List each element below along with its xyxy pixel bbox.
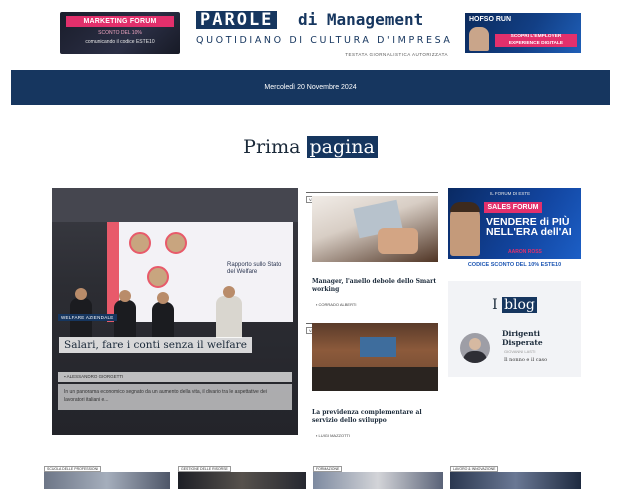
sales-forum-ad[interactable]: IL FORUM DI ESTE SALES FORUM VENDERE di …	[448, 188, 581, 259]
logo-testata: TESTATA GIORNALISTICA AUTORIZZATA	[345, 52, 448, 57]
featured-author-name: ALESSANDRO GIORGETTI	[66, 374, 124, 379]
article-label: GESTIONE DELLE RISORSE	[178, 466, 231, 472]
avatar[interactable]	[460, 333, 490, 363]
ad-headline-line2: NELL'ERA dell'AI	[486, 226, 572, 238]
ad-cta-line2: EXPERIENCE DIGITALE	[508, 40, 564, 46]
ad-person-image	[469, 27, 489, 51]
blog-name-line2: Disperate	[502, 338, 543, 347]
bottom-article-card[interactable]: SCUOLA DELLE PROFESSIONI	[44, 466, 170, 489]
featured-excerpt: In un panorama economico segnato da un a…	[58, 384, 292, 410]
article-image[interactable]	[312, 196, 438, 262]
section-title-plain: Prima	[243, 136, 301, 158]
section-title: Prima pagina	[0, 136, 621, 158]
ad-top-text: IL FORUM DI ESTE	[490, 191, 531, 196]
article-label: LAVORO & INNOVAZIONE	[450, 466, 499, 472]
article-label: FORMAZIONE	[313, 466, 343, 472]
logo-word-box: PAROLE	[196, 11, 278, 29]
current-date: Mercoledì 20 Novembre 2024	[264, 84, 357, 91]
ad-cta: SCOPRI L'EMPLOYER EXPERIENCE DIGITALE	[495, 34, 577, 47]
ad-title: MARKETING FORUM	[66, 16, 174, 27]
blog-box: I blog Dirigenti Disperate GIOVANNI LAST…	[448, 281, 581, 377]
article-author: ▪ LUIGI MAZZOTTI	[316, 433, 350, 438]
ad-speaker: AARON ROSS	[508, 249, 542, 255]
discount-code[interactable]: CODICE SCONTO DEL 10% ESTE10	[448, 262, 581, 268]
date-bar: Mercoledì 20 Novembre 2024	[11, 70, 610, 105]
blog-title: I blog	[448, 297, 581, 313]
article-author-name: LUIGI MAZZOTTI	[318, 433, 351, 438]
article-label: SCUOLA DELLE PROFESSIONI	[44, 466, 102, 472]
ad-code: comunicando il codice ESTE10	[85, 39, 155, 45]
section-title-highlight: pagina	[306, 136, 378, 158]
site-logo[interactable]: PAROLE di Management QUOTIDIANO DI CULTU…	[196, 11, 452, 63]
article-author-name: CORRADO ALBERTI	[318, 302, 357, 307]
bottom-article-card[interactable]: FORMAZIONE	[313, 466, 443, 489]
bottom-article-card[interactable]: LAVORO & INNOVAZIONE	[450, 466, 581, 489]
ad-discount: SCONTO DEL 10%	[98, 30, 142, 36]
bottom-article-card[interactable]: GESTIONE DELLE RISORSE	[178, 466, 306, 489]
article-title[interactable]: Manager, l'anello debole dello Smart wor…	[312, 278, 438, 293]
featured-headline[interactable]: Salari, fare i conti senza il welfare	[59, 337, 252, 353]
screen-text: Rapporto sullo Stato del Welfare	[227, 262, 282, 275]
blog-name-line1: Dirigenti	[502, 329, 540, 338]
category-tag[interactable]: WELFARE AZIENDALE	[58, 314, 117, 321]
ad-brand: HOFSO RUN	[469, 16, 511, 23]
ad-headline: VENDERE di PIÙ NELL'ERA dell'AI	[486, 217, 581, 238]
blog-author: GIOVANNI LASTI	[504, 349, 536, 354]
logo-subtitle: QUOTIDIANO DI CULTURA D'IMPRESA	[196, 35, 453, 46]
ad-forum-title: SALES FORUM	[484, 202, 542, 213]
logo-word-rest: di Management	[298, 10, 424, 29]
blog-title-plain: I	[492, 297, 498, 313]
article-author: ▪ CORRADO ALBERTI	[316, 302, 356, 307]
blog-title-highlight: blog	[502, 297, 537, 313]
blog-name[interactable]: Dirigenti Disperate	[502, 329, 543, 347]
employer-experience-ad[interactable]: HOFSO RUN SCOPRI L'EMPLOYER EXPERIENCE D…	[465, 13, 581, 53]
marketing-forum-ad[interactable]: MARKETING FORUM SCONTO DEL 10% comunican…	[60, 12, 180, 54]
blog-description[interactable]: Il nonno e il caso	[504, 357, 547, 363]
article-image[interactable]	[312, 323, 438, 391]
featured-article[interactable]: Rapporto sullo Stato del Welfare WELFARE…	[52, 188, 298, 435]
featured-author: ▪ ALESSANDRO GIORGETTI	[58, 372, 292, 382]
site-header: MARKETING FORUM SCONTO DEL 10% comunican…	[0, 0, 621, 70]
article-title[interactable]: La previdenza complementare al servizio …	[312, 409, 438, 424]
